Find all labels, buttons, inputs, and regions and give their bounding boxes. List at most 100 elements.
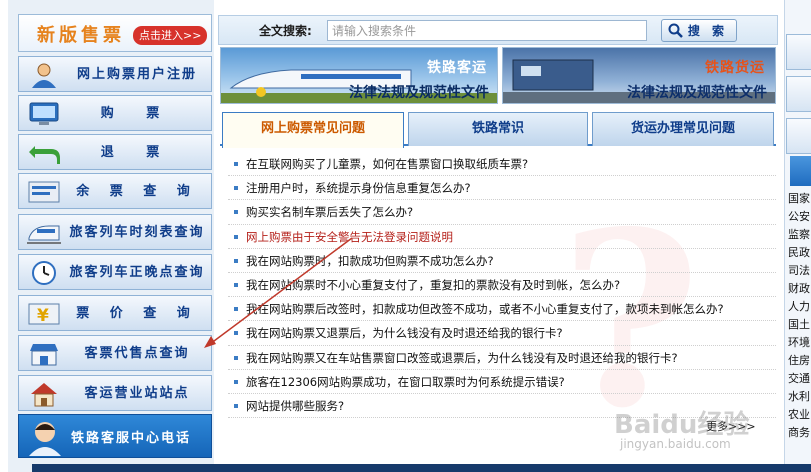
bullet-icon xyxy=(234,210,238,215)
faq-link[interactable]: 我在网站购票又退票后，为什么钱没有及时退还给我的银行卡? xyxy=(246,326,563,340)
gov-link[interactable]: 司法 xyxy=(788,262,811,280)
gov-link[interactable]: 监察 xyxy=(788,226,811,244)
sidebar-item-label: 购 票 xyxy=(100,106,174,121)
gov-link[interactable]: 住房 xyxy=(788,352,811,370)
search-button[interactable]: 搜 索 xyxy=(661,19,737,42)
gov-link[interactable]: 国土 xyxy=(788,316,811,334)
bullet-icon xyxy=(234,186,238,191)
sidebar-item-label: 客运营业站站点 xyxy=(84,386,190,401)
customer-service-phone-banner[interactable]: 铁路客服中心电话 xyxy=(18,414,212,458)
faq-item[interactable]: 我在网站购票后改签时，扣款成功但改签不成功，或者不小心重复支付了，款项未到帐怎么… xyxy=(228,297,776,322)
bullet-icon xyxy=(234,234,238,239)
sidebar-item-label: 旅客列车正晚点查询 xyxy=(69,265,205,280)
right-column-divider xyxy=(784,0,785,464)
faq-link[interactable]: 我在网站购票后改签时，扣款成功但改签不成功，或者不小心重复支付了，款项未到帐怎么… xyxy=(246,302,724,316)
banner-subtitle: 法律法规及规范性文件 xyxy=(627,85,767,101)
faq-item[interactable]: 我在网站购票时，扣款成功但购票不成功怎么办? xyxy=(228,249,776,273)
gov-link[interactable]: 公安 xyxy=(788,208,811,226)
sidebar-item-remaining-tickets[interactable]: 余 票 查 询 xyxy=(18,173,212,209)
bullet-icon xyxy=(234,282,238,287)
sidebar-item-agency-query[interactable]: 客票代售点查询 xyxy=(18,335,212,371)
faq-link[interactable]: 网上购票由于安全警告无法登录问题说明 xyxy=(246,230,453,244)
faq-item[interactable]: 我在网站购票又在车站售票窗口改签或退票后，为什么钱没有及时退还给我的银行卡? xyxy=(228,346,776,370)
passenger-law-banner[interactable]: 铁路客运 法律法规及规范性文件 xyxy=(220,47,498,104)
sidebar-item-label: 旅客列车时刻表查询 xyxy=(69,225,205,240)
left-edge xyxy=(0,0,8,472)
sidebar-item-label: 余 票 查 询 xyxy=(76,184,198,199)
operator-avatar-icon xyxy=(29,422,61,456)
tab-freight-faq[interactable]: 货运办理常见问题 xyxy=(592,112,774,146)
gov-link[interactable]: 交通 xyxy=(788,370,811,388)
banner-title: 铁路货运 xyxy=(705,60,765,76)
sidebar-item-refund[interactable]: 退 票 xyxy=(18,134,212,170)
faq-item[interactable]: 旅客在12306网站购票成功，在窗口取票时为何系统提示错误? xyxy=(228,370,776,394)
sidebar-item-price-query[interactable]: ¥ 票 价 查 询 xyxy=(18,295,212,331)
faq-item[interactable]: 购买实名制车票后丢失了怎么办? xyxy=(228,200,776,225)
right-icon-box[interactable] xyxy=(786,34,811,70)
tab-railway-knowledge[interactable]: 铁路常识 xyxy=(408,112,588,146)
sidebar-item-buy-ticket[interactable]: 购 票 xyxy=(18,95,212,131)
gov-link[interactable]: 民政 xyxy=(788,244,811,262)
baidu-watermark: Baidu经验 xyxy=(614,410,750,440)
yuan-price-icon: ¥ xyxy=(28,303,60,326)
tab-label: 货运办理常见问题 xyxy=(630,121,735,136)
return-arrow-icon xyxy=(29,146,60,164)
right-icon-box[interactable] xyxy=(786,76,811,112)
bullet-icon xyxy=(234,403,238,408)
ticket-list-icon xyxy=(28,181,60,203)
faq-link[interactable]: 我在网站购票时不小心重复支付了，重复扣的票款没有及时到帐，怎么办? xyxy=(246,278,620,292)
gov-link[interactable]: 国家 xyxy=(788,190,811,208)
gov-link[interactable]: 农业 xyxy=(788,406,811,424)
banner-title: 铁路客运 xyxy=(427,60,487,76)
faq-link[interactable]: 购买实名制车票后丢失了怎么办? xyxy=(246,205,413,219)
government-links-list: 国家 公安 监察 民政 司法 财政 人力 国土 环境 住房 交通 水利 农业 商… xyxy=(788,190,811,442)
sidebar-item-stations[interactable]: 客运营业站站点 xyxy=(18,375,212,411)
gov-link[interactable]: 环境 xyxy=(788,334,811,352)
freight-law-banner[interactable]: 铁路货运 法律法规及规范性文件 xyxy=(502,47,776,104)
banner-subtitle: 法律法规及规范性文件 xyxy=(349,85,489,101)
faq-link[interactable]: 我在网站购票时，扣款成功但购票不成功怎么办? xyxy=(246,254,494,268)
sidebar-item-label: 退 票 xyxy=(100,145,174,160)
bullet-icon xyxy=(234,258,238,263)
gov-link[interactable]: 财政 xyxy=(788,280,811,298)
gov-link[interactable]: 商务 xyxy=(788,424,811,442)
svg-text:¥: ¥ xyxy=(37,306,49,326)
faq-link[interactable]: 网站提供哪些服务? xyxy=(246,399,344,413)
tab-label: 网上购票常见问题 xyxy=(260,121,365,136)
station-house-icon xyxy=(31,383,57,407)
right-icon-box[interactable] xyxy=(786,118,811,154)
faq-item-highlighted[interactable]: 网上购票由于安全警告无法登录问题说明 xyxy=(228,225,776,249)
right-list-header xyxy=(790,156,811,186)
tab-online-ticket-faq[interactable]: 网上购票常见问题 xyxy=(222,112,404,148)
sidebar-item-delay-status[interactable]: 旅客列车正晚点查询 xyxy=(18,254,212,290)
faq-link[interactable]: 旅客在12306网站购票成功，在窗口取票时为何系统提示错误? xyxy=(246,375,565,389)
new-sale-banner[interactable]: 新版售票 点击进入>> xyxy=(18,14,212,52)
faq-item[interactable]: 注册用户时，系统提示身份信息重复怎么办? xyxy=(228,176,776,201)
search-icon xyxy=(668,23,683,38)
enter-button[interactable]: 点击进入>> xyxy=(133,26,208,45)
sidebar-item-label: 网上购票用户注册 xyxy=(76,67,197,82)
sidebar-item-label: 客票代售点查询 xyxy=(84,346,190,361)
tab-label: 铁路常识 xyxy=(471,121,524,136)
sidebar-item-timetable[interactable]: 旅客列车时刻表查询 xyxy=(18,214,212,250)
shop-icon xyxy=(30,344,58,366)
bullet-icon xyxy=(234,379,238,384)
faq-link[interactable]: 在互联网购买了儿童票，如何在售票窗口换取纸质车票? xyxy=(246,157,528,171)
faq-item[interactable]: 我在网站购票又退票后，为什么钱没有及时退还给我的银行卡? xyxy=(228,321,776,346)
search-input[interactable] xyxy=(327,20,647,41)
gov-link[interactable]: 水利 xyxy=(788,388,811,406)
gov-link[interactable]: 人力 xyxy=(788,298,811,316)
bullet-icon xyxy=(234,355,238,360)
bullet-icon xyxy=(234,162,238,166)
bottom-bar xyxy=(32,464,811,472)
bullet-icon xyxy=(234,331,238,336)
search-label: 全文搜索: xyxy=(259,24,312,38)
faq-item[interactable]: 在互联网购买了儿童票，如何在售票窗口换取纸质车票? xyxy=(228,152,776,177)
faq-item[interactable]: 我在网站购票时不小心重复支付了，重复扣的票款没有及时到帐，怎么办? xyxy=(228,273,776,298)
sidebar-item-register[interactable]: 网上购票用户注册 xyxy=(18,56,212,92)
faq-link[interactable]: 我在网站购票又在车站售票窗口改签或退票后，为什么钱没有及时退还给我的银行卡? xyxy=(246,351,678,365)
faq-list: 在互联网购买了儿童票，如何在售票窗口换取纸质车票? 注册用户时，系统提示身份信息… xyxy=(228,152,776,419)
train-icon xyxy=(27,225,61,244)
faq-link[interactable]: 注册用户时，系统提示身份信息重复怎么办? xyxy=(246,181,471,195)
computer-ticket-icon xyxy=(29,102,59,125)
